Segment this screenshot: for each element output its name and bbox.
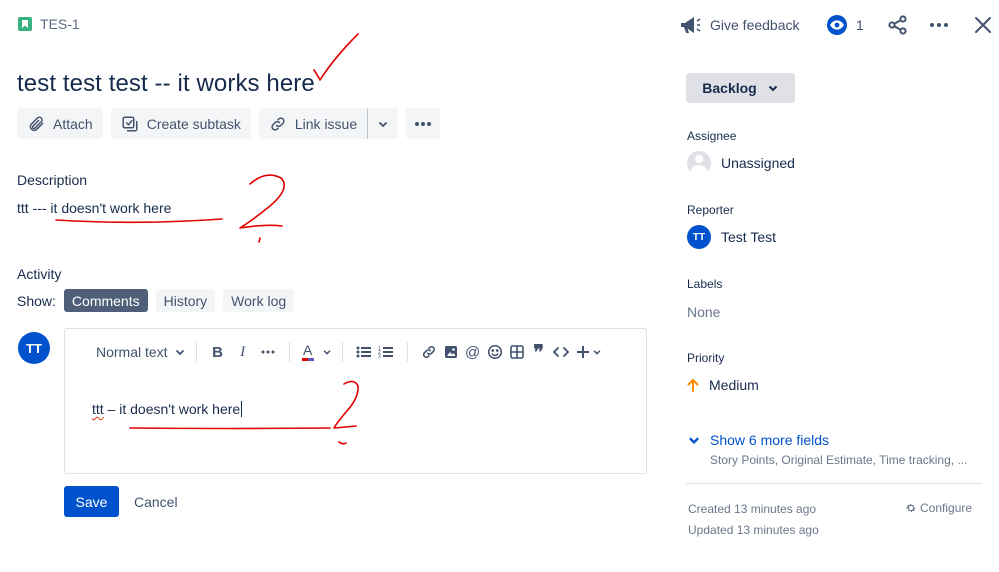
tab-work-log[interactable]: Work log — [223, 289, 295, 312]
eye-icon — [827, 15, 847, 35]
show-more-label: Show 6 more fields — [710, 432, 830, 448]
reporter-label: Reporter — [687, 203, 734, 217]
comment-text-rest: – it doesn't work here — [103, 401, 241, 417]
more-actions-button[interactable] — [406, 108, 441, 139]
more-formatting-icon[interactable] — [257, 339, 279, 365]
text-style-label: Normal text — [96, 344, 168, 360]
close-icon[interactable] — [973, 14, 993, 41]
toolbar-divider — [288, 342, 290, 362]
comment-text[interactable]: ttt – it doesn't work here — [92, 401, 243, 417]
numbered-list-icon[interactable]: 123 — [375, 339, 397, 365]
annotation-checkmark — [313, 33, 359, 81]
link-issue-split-button: Link issue — [258, 108, 399, 139]
paperclip-icon — [29, 115, 44, 131]
svg-text:3: 3 — [378, 354, 381, 359]
editor-toolbar: Normal text B I A 123 @ ❞ — [65, 339, 646, 365]
more-menu-icon[interactable] — [928, 14, 950, 41]
issue-toolbar: Attach Create subtask Link issue — [17, 108, 441, 139]
bold-icon[interactable]: B — [207, 339, 229, 365]
status-dropdown[interactable]: Backlog — [686, 73, 795, 103]
text-style-dropdown[interactable]: Normal text — [96, 339, 186, 365]
watchers-count: 1 — [856, 17, 864, 33]
reporter-value: Test Test — [721, 229, 776, 245]
configure-button[interactable]: Configure — [905, 501, 972, 515]
create-subtask-label: Create subtask — [146, 115, 241, 132]
megaphone-icon — [681, 17, 701, 33]
give-feedback-label: Give feedback — [710, 17, 800, 33]
toolbar-divider — [195, 342, 197, 362]
annotation-underline — [55, 218, 223, 224]
tab-history[interactable]: History — [155, 289, 216, 312]
updated-timestamp: Updated 13 minutes ago — [688, 523, 819, 537]
assignee-value: Unassigned — [721, 155, 795, 171]
mention-icon[interactable]: @ — [462, 339, 484, 365]
comment-editor[interactable]: Normal text B I A 123 @ ❞ ttt – it doesn… — [64, 328, 647, 474]
chevron-down-icon — [768, 85, 777, 92]
watchers-button[interactable]: 1 — [826, 14, 864, 36]
text-cursor — [241, 401, 243, 417]
insert-more-icon[interactable] — [576, 339, 602, 365]
show-label: Show: — [17, 292, 56, 309]
save-button[interactable]: Save — [64, 486, 119, 517]
quote-icon[interactable]: ❞ — [528, 339, 550, 365]
italic-icon[interactable]: I — [232, 339, 254, 365]
assignee-field[interactable]: Unassigned — [687, 151, 795, 175]
link-issue-button[interactable]: Link issue — [258, 108, 368, 139]
toolbar-divider — [341, 342, 343, 362]
panel-divider — [686, 483, 982, 484]
image-icon[interactable] — [440, 339, 462, 365]
chevron-down-icon — [379, 121, 388, 127]
issue-key[interactable]: TES-1 — [40, 16, 80, 32]
annotation-question-dot — [258, 237, 261, 243]
chevron-down-icon — [689, 437, 699, 444]
activity-filter: Show: Comments History Work log — [17, 289, 295, 312]
subtask-icon — [122, 116, 138, 131]
attach-label: Attach — [53, 115, 93, 132]
link-icon[interactable] — [418, 339, 440, 365]
code-icon[interactable] — [550, 339, 572, 365]
assignee-label: Assignee — [687, 129, 737, 143]
gear-icon — [906, 503, 916, 513]
avatar: TT — [18, 332, 50, 364]
reporter-field[interactable]: TT Test Test — [687, 225, 776, 249]
show-more-fields-button[interactable]: Show 6 more fields — [687, 432, 829, 448]
ellipsis-icon — [415, 121, 432, 126]
arrow-up-icon — [687, 378, 699, 392]
priority-value: Medium — [709, 377, 759, 393]
unassigned-avatar-icon — [687, 151, 711, 175]
link-issue-dropdown-button[interactable] — [367, 108, 399, 139]
priority-field[interactable]: Medium — [687, 377, 759, 393]
cancel-button[interactable]: Cancel — [122, 486, 190, 517]
reporter-avatar: TT — [687, 225, 711, 249]
status-label: Backlog — [702, 80, 757, 96]
configure-label: Configure — [920, 501, 973, 515]
table-icon[interactable] — [506, 339, 528, 365]
priority-label: Priority — [687, 351, 725, 365]
created-timestamp: Created 13 minutes ago — [688, 502, 817, 516]
chevron-down-icon — [175, 349, 184, 356]
description-text[interactable]: ttt --- it doesn't work here — [17, 200, 171, 216]
link-icon — [271, 116, 285, 131]
share-icon[interactable] — [887, 14, 909, 41]
tab-comments[interactable]: Comments — [63, 289, 148, 312]
issue-key-breadcrumb[interactable]: TES-1 — [18, 16, 80, 32]
give-feedback-button[interactable]: Give feedback — [679, 14, 800, 36]
labels-label: Labels — [687, 277, 723, 291]
story-icon — [18, 17, 32, 31]
svg-text:A: A — [303, 342, 313, 358]
text-color-icon[interactable]: A — [300, 339, 332, 365]
link-issue-label: Link issue — [294, 115, 358, 132]
toolbar-divider — [406, 342, 408, 362]
issue-summary[interactable]: test test test -- it works here — [17, 70, 315, 98]
labels-value[interactable]: None — [687, 304, 720, 320]
misspelled-word: ttt — [92, 401, 104, 417]
description-label: Description — [17, 172, 88, 188]
hidden-fields-list: Story Points, Original Estimate, Time tr… — [710, 453, 968, 467]
emoji-icon[interactable] — [484, 339, 506, 365]
bullet-list-icon[interactable] — [353, 339, 375, 365]
attach-button[interactable]: Attach — [17, 108, 103, 139]
create-subtask-button[interactable]: Create subtask — [110, 108, 251, 139]
activity-label: Activity — [17, 266, 62, 282]
annotation-question-mark — [239, 174, 285, 229]
